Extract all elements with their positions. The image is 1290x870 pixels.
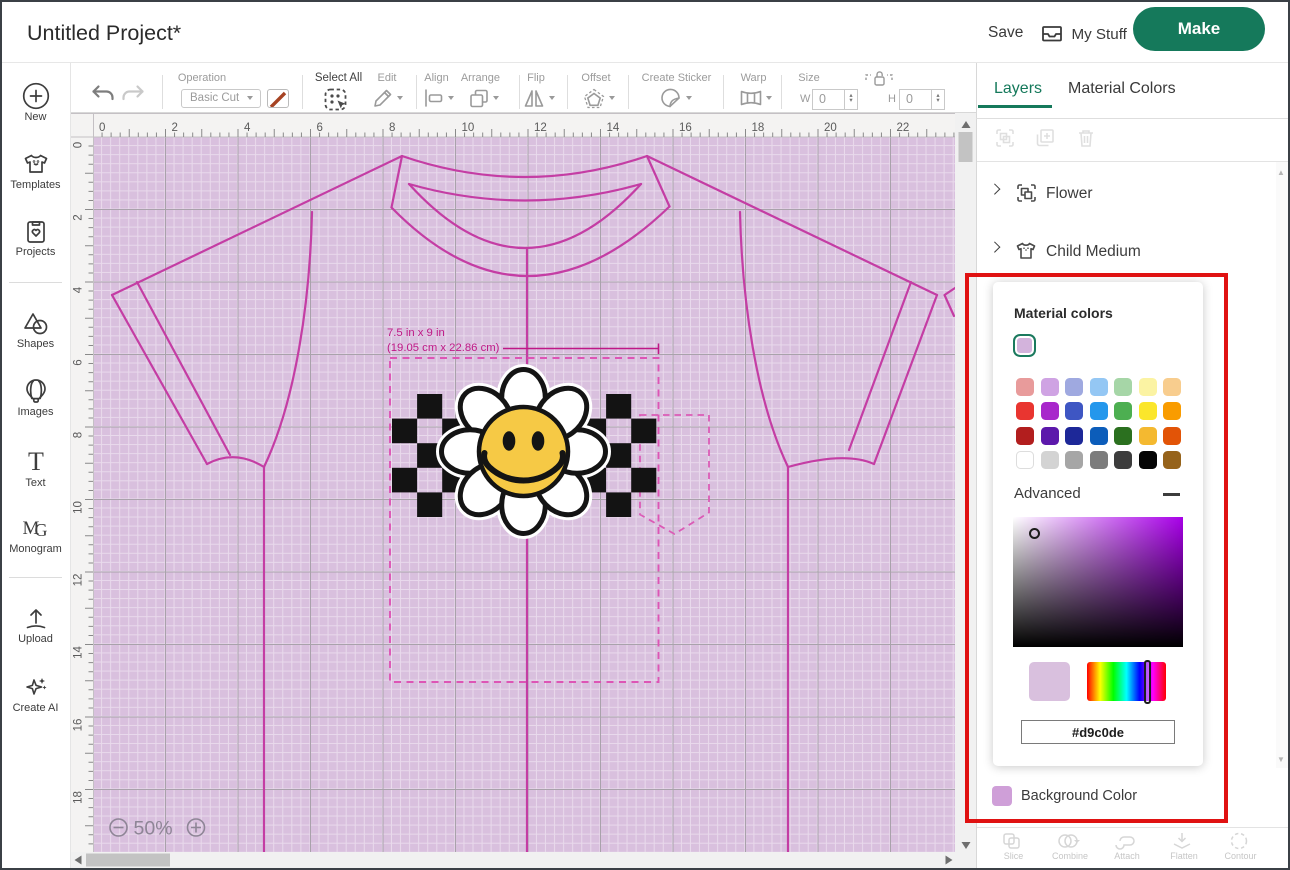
svg-text:(19.05 cm x 22.86 cm): (19.05 cm x 22.86 cm): [387, 342, 500, 354]
svg-text:4: 4: [244, 122, 251, 134]
svg-text:14: 14: [73, 646, 85, 659]
svg-text:20: 20: [824, 122, 837, 134]
svg-text:6: 6: [73, 359, 85, 365]
svg-text:8: 8: [389, 122, 395, 134]
svg-text:7.5 in x 9 in: 7.5 in x 9 in: [387, 327, 445, 339]
svg-text:2: 2: [73, 214, 85, 220]
svg-text:6: 6: [317, 122, 323, 134]
svg-text:0: 0: [73, 142, 85, 148]
svg-text:T: T: [28, 447, 44, 476]
svg-text:14: 14: [607, 122, 620, 134]
svg-text:2: 2: [172, 122, 178, 134]
svg-text:22: 22: [897, 122, 910, 134]
svg-text:16: 16: [679, 122, 692, 134]
svg-text:G: G: [34, 520, 47, 540]
svg-text:18: 18: [73, 791, 85, 804]
svg-text:16: 16: [73, 719, 85, 732]
svg-text:0: 0: [99, 122, 105, 134]
svg-text:10: 10: [462, 122, 475, 134]
svg-text:10: 10: [73, 501, 85, 514]
svg-text:18: 18: [752, 122, 765, 134]
svg-text:4: 4: [73, 286, 85, 293]
svg-text:12: 12: [534, 122, 547, 134]
svg-text:12: 12: [73, 574, 85, 587]
svg-text:50%: 50%: [134, 818, 173, 840]
svg-text:8: 8: [73, 432, 85, 438]
